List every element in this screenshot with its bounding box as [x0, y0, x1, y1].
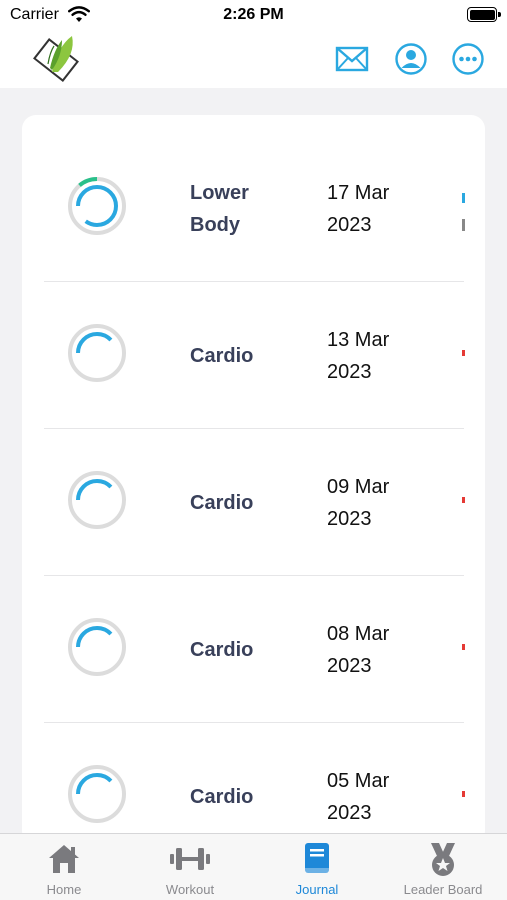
- mail-icon[interactable]: [335, 42, 369, 76]
- workout-date: 09 Mar 2023: [327, 475, 390, 530]
- tab-label: Home: [46, 882, 82, 897]
- workout-name: Cardio: [190, 491, 254, 514]
- workout-name: Lower Body: [190, 181, 249, 236]
- progress-ring-icon: [68, 618, 126, 676]
- tab-label: Leader Board: [403, 882, 483, 897]
- journal-entry-row[interactable]: Cardio 08 Mar 2023: [44, 576, 465, 723]
- journal-entry-row[interactable]: Cardio 09 Mar 2023: [44, 429, 465, 576]
- workout-name: Cardio: [190, 785, 254, 808]
- progress-ring-icon: [68, 765, 126, 823]
- tab-bar: Home Workout Journal Leader Board: [0, 833, 507, 900]
- edge-indicator: [462, 193, 465, 203]
- tab-label: Journal: [295, 882, 339, 897]
- progress-ring-icon: [68, 471, 126, 529]
- workout-date: 17 Mar 2023: [327, 181, 390, 236]
- workout-name: Cardio: [190, 638, 254, 661]
- status-time: 2:26 PM: [223, 6, 284, 23]
- tab-journal[interactable]: Journal: [267, 834, 367, 900]
- more-icon[interactable]: [451, 42, 485, 76]
- tab-workout[interactable]: Workout: [140, 834, 240, 900]
- edge-indicator: [462, 644, 465, 650]
- journal-entry-row[interactable]: Lower Body 17 Mar 2023: [44, 135, 465, 282]
- edge-indicator: [462, 219, 465, 231]
- journal-book-icon: [305, 843, 329, 873]
- progress-ring-icon: [68, 324, 126, 382]
- tab-label: Workout: [165, 882, 215, 897]
- journal-entry-row[interactable]: Cardio 05 Mar 2023: [44, 723, 465, 845]
- journal-list-card: Lower Body 17 Mar 2023 Cardio 13 Mar 202…: [22, 115, 485, 845]
- tab-home[interactable]: Home: [14, 834, 114, 900]
- workout-name: Cardio: [190, 344, 254, 367]
- workout-date: 05 Mar 2023: [327, 769, 390, 824]
- edge-indicator: [462, 791, 465, 797]
- journal-entry-row[interactable]: Cardio 13 Mar 2023: [44, 282, 465, 429]
- nav-bar: [0, 30, 507, 88]
- status-bar: Carrier 2:26 PM: [0, 0, 507, 30]
- progress-ring-icon: [68, 176, 126, 235]
- edge-indicator: [462, 497, 465, 503]
- tab-leader-board[interactable]: Leader Board: [388, 834, 498, 900]
- edge-indicator: [462, 350, 465, 356]
- home-icon: [49, 845, 79, 873]
- workout-date: 08 Mar 2023: [327, 622, 390, 677]
- workout-date: 13 Mar 2023: [327, 328, 390, 383]
- profile-icon[interactable]: [394, 42, 428, 76]
- medal-icon: [431, 843, 455, 876]
- dumbbell-icon: [170, 848, 210, 870]
- battery-icon: [467, 7, 501, 22]
- leaf-logo-icon: [33, 36, 79, 82]
